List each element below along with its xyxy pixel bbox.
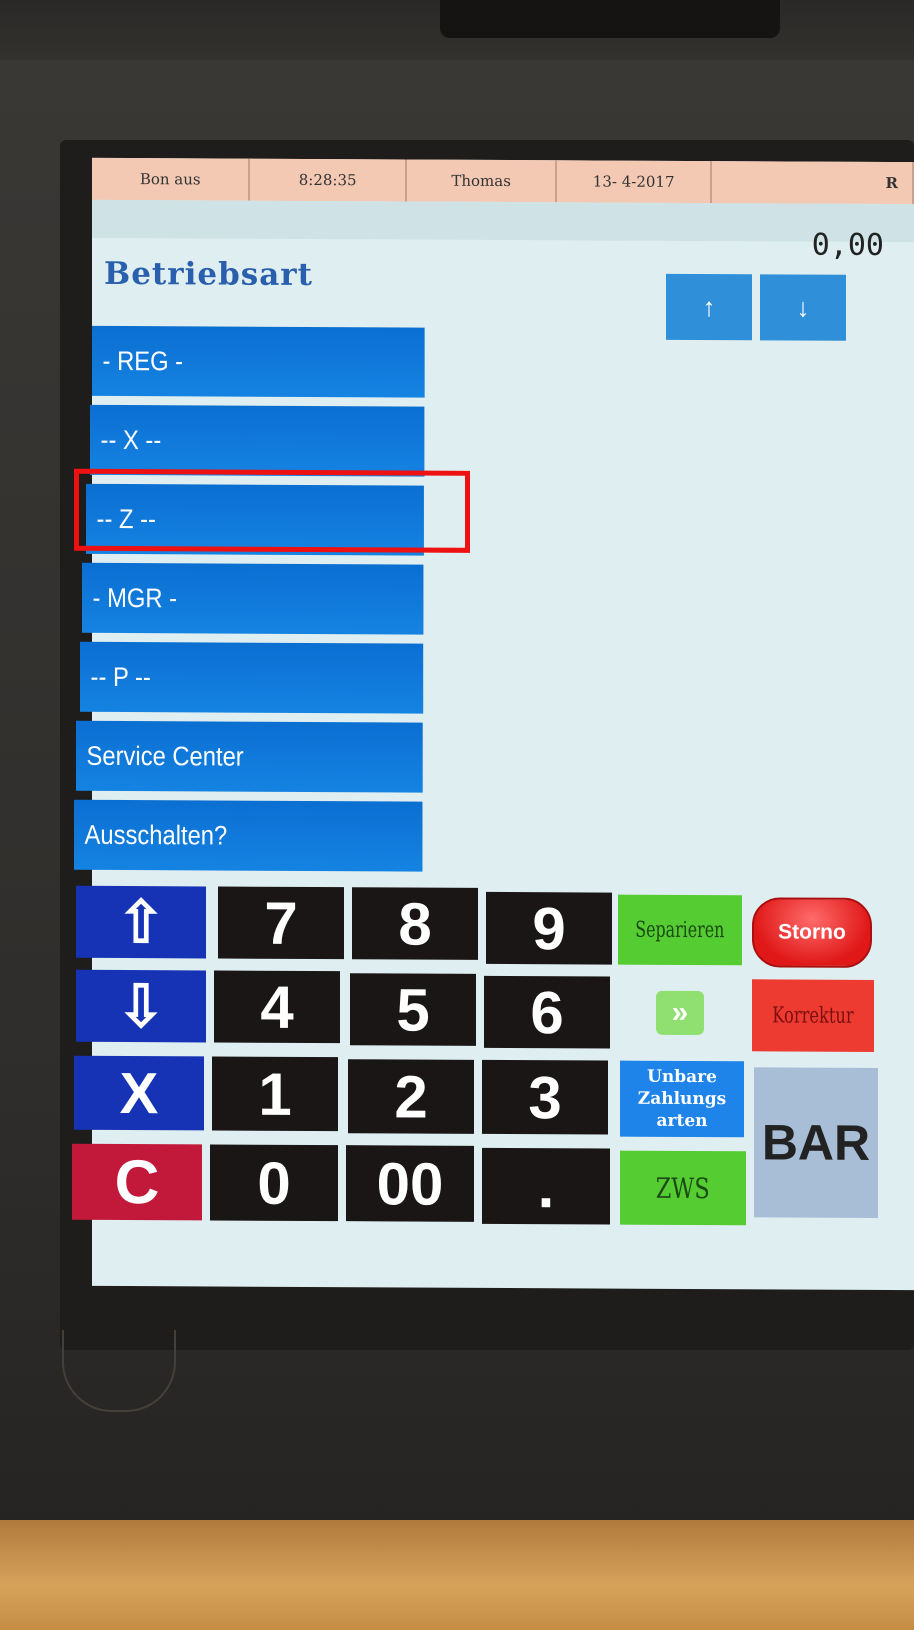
key-8[interactable]: 8 <box>352 887 478 960</box>
bar-button[interactable]: BAR <box>754 1067 878 1218</box>
c-key[interactable]: C <box>72 1143 202 1221</box>
key-0[interactable]: 0 <box>210 1144 338 1222</box>
key-1[interactable]: 1 <box>212 1056 338 1132</box>
fast-forward-icon: » <box>656 990 704 1036</box>
forward-button[interactable]: » <box>618 977 742 1050</box>
key-6[interactable]: 6 <box>484 975 610 1049</box>
table-surface <box>0 1520 914 1630</box>
header-band <box>92 199 914 243</box>
arrow-down-icon: ↓ <box>796 292 810 323</box>
menu-item-service-center[interactable]: Service Center <box>76 720 470 793</box>
device-slot <box>440 0 780 38</box>
status-time: 8:28:35 <box>250 158 407 202</box>
menu-item-label: - REG - <box>92 325 425 398</box>
key-00[interactable]: 00 <box>346 1145 474 1222</box>
total-amount: 0,00 <box>811 227 884 263</box>
zws-label: ZWS <box>656 1171 710 1205</box>
key-7[interactable]: 7 <box>218 886 344 960</box>
menu-item-p[interactable]: -- P -- <box>80 641 470 714</box>
key-5[interactable]: 5 <box>350 973 476 1046</box>
scroll-down-button[interactable]: ↓ <box>760 274 846 341</box>
menu-item-label: Ausschalten? <box>74 799 423 872</box>
menu-item-x[interactable]: -- X -- <box>90 404 470 477</box>
korrektur-label: Korrektur <box>772 1002 854 1029</box>
storno-button[interactable]: Storno <box>752 897 872 968</box>
key-9[interactable]: 9 <box>486 891 612 965</box>
key-dot[interactable]: . <box>482 1147 610 1225</box>
menu-item-label: Service Center <box>76 720 423 793</box>
mode-menu: - REG - -- X -- -- Z -- - MGR - -- P -- … <box>72 325 470 881</box>
status-flag: R <box>711 161 914 205</box>
zws-button[interactable]: ZWS <box>620 1150 746 1226</box>
unbare-zahlungsarten-button[interactable]: Unbare Zahlungs arten <box>620 1060 744 1138</box>
menu-item-label: - MGR - <box>82 562 424 635</box>
separieren-label: Separieren <box>635 917 725 943</box>
menu-item-label: -- P -- <box>80 641 424 714</box>
status-date: 13- 4-2017 <box>557 160 712 204</box>
page-title: Betriebsart <box>104 255 313 294</box>
arrow-up-icon: ↑ <box>702 291 716 322</box>
arrow-down-outline-icon: ⇩ <box>116 973 166 1040</box>
separieren-button[interactable]: Separieren <box>618 894 742 966</box>
korrektur-button[interactable]: Korrektur <box>752 979 874 1052</box>
arrow-up-outline-icon: ⇧ <box>116 889 166 956</box>
status-bar: Bon aus 8:28:35 Thomas 13- 4-2017 R <box>92 157 914 205</box>
menu-item-mgr[interactable]: - MGR - <box>82 562 470 635</box>
key-4[interactable]: 4 <box>214 970 340 1044</box>
status-mode: Bon aus <box>92 157 251 201</box>
menu-item-reg[interactable]: - REG - <box>92 325 470 398</box>
arrow-down-key[interactable]: ⇩ <box>76 969 206 1043</box>
scroll-up-button[interactable]: ↑ <box>666 273 752 341</box>
selection-highlight <box>74 468 470 553</box>
touch-screen: Bon aus 8:28:35 Thomas 13- 4-2017 R 0,00… <box>72 157 914 1291</box>
menu-item-ausschalten[interactable]: Ausschalten? <box>74 799 470 872</box>
arrow-up-key[interactable]: ⇧ <box>76 885 206 959</box>
key-2[interactable]: 2 <box>348 1059 474 1134</box>
x-key[interactable]: X <box>74 1055 204 1131</box>
key-3[interactable]: 3 <box>482 1059 608 1135</box>
status-user: Thomas <box>406 159 558 203</box>
menu-item-label: -- X -- <box>90 404 425 477</box>
